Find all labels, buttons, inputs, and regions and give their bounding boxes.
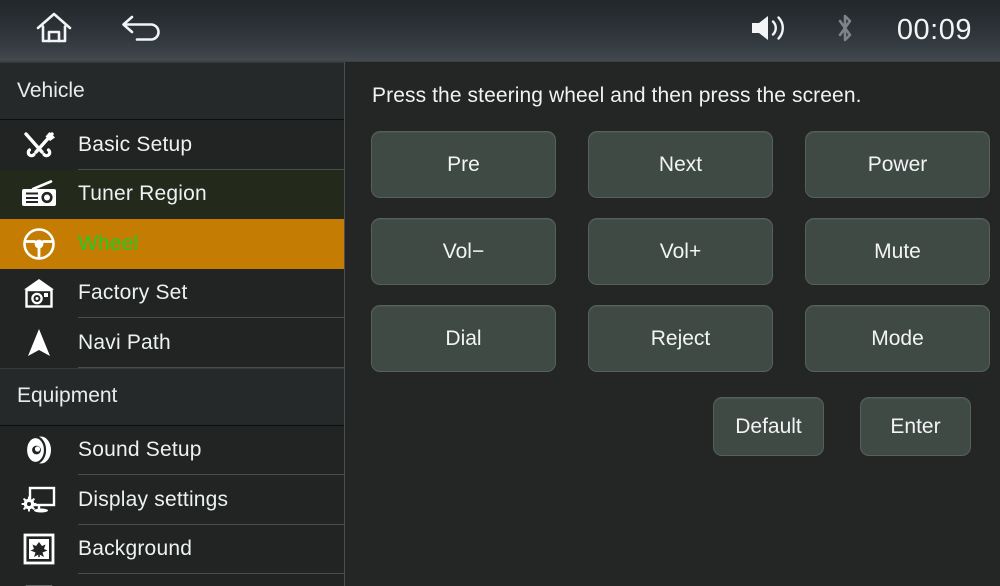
sidebar-item-sound-setup[interactable]: Sound Setup — [0, 425, 344, 475]
bluetooth-icon — [832, 11, 858, 50]
sidebar-item-factory-set[interactable]: Factory Set — [0, 268, 344, 318]
monitor-gear-icon — [0, 484, 78, 516]
button-next[interactable]: Next — [588, 131, 773, 198]
radio-icon — [0, 180, 78, 208]
back-button[interactable] — [118, 9, 166, 53]
action-buttons: Default Enter — [371, 397, 972, 456]
volume-status[interactable] — [731, 12, 807, 49]
back-arrow-icon — [120, 13, 164, 48]
sidebar-item-partial[interactable] — [0, 574, 344, 586]
bluetooth-status[interactable] — [807, 11, 883, 50]
sidebar-item-navi-path[interactable]: Navi Path — [0, 318, 344, 368]
default-button[interactable]: Default — [713, 397, 824, 456]
home-icon — [34, 11, 74, 50]
enter-button[interactable]: Enter — [860, 397, 971, 456]
navigation-arrow-icon — [0, 327, 78, 359]
clock: 00:09 — [896, 14, 972, 46]
button-power[interactable]: Power — [805, 131, 990, 198]
speaker-icon — [0, 434, 78, 466]
steering-wheel-button-grid: Pre Next Power Vol− Vol+ Mute Dial Rejec… — [371, 131, 990, 372]
button-mute[interactable]: Mute — [805, 218, 990, 285]
wheel-settings-panel: Press the steering wheel and then press … — [345, 62, 1000, 586]
instruction-text: Press the steering wheel and then press … — [372, 84, 862, 107]
sidebar-item-label: Factory Set — [78, 281, 188, 305]
content-area: Vehicle Basic Setup Tuner Region Wheel F… — [0, 62, 1000, 586]
status-bar: 00:09 — [0, 0, 1000, 62]
button-mode[interactable]: Mode — [805, 305, 990, 372]
settings-sidebar[interactable]: Vehicle Basic Setup Tuner Region Wheel F… — [0, 62, 345, 586]
infotainment-screen: 00:09 Vehicle Basic Setup Tuner Region W… — [0, 0, 1000, 586]
sidebar-item-label: Background — [78, 537, 193, 561]
button-vol-up[interactable]: Vol+ — [588, 218, 773, 285]
sidebar-item-label: Navi Path — [78, 330, 171, 354]
sidebar-item-label: Display settings — [78, 487, 229, 511]
steering-wheel-icon — [0, 227, 78, 261]
navigation-icons — [0, 9, 166, 53]
tools-icon — [0, 130, 78, 160]
button-reject[interactable]: Reject — [588, 305, 773, 372]
speaker-volume-icon — [748, 12, 790, 49]
sidebar-group-vehicle: Vehicle — [0, 62, 344, 120]
sidebar-item-tuner-region[interactable]: Tuner Region — [0, 169, 344, 219]
row-divider — [78, 366, 344, 368]
button-dial[interactable]: Dial — [371, 305, 556, 372]
sidebar-item-basic-setup[interactable]: Basic Setup — [0, 120, 344, 170]
sidebar-item-background[interactable]: Background — [0, 524, 344, 574]
sidebar-item-label: Tuner Region — [78, 182, 207, 206]
sidebar-item-label: Sound Setup — [78, 438, 202, 462]
home-button[interactable] — [30, 9, 78, 53]
sidebar-item-display-settings[interactable]: Display settings — [0, 475, 344, 525]
status-indicators: 00:09 — [731, 11, 1000, 50]
sidebar-item-label: Wheel — [78, 231, 139, 255]
button-pre[interactable]: Pre — [371, 131, 556, 198]
sidebar-item-label: Basic Setup — [78, 132, 193, 156]
sidebar-group-equipment: Equipment — [0, 367, 344, 426]
sidebar-item-wheel[interactable]: Wheel — [0, 219, 344, 269]
wallpaper-leaf-icon — [0, 533, 78, 565]
button-vol-down[interactable]: Vol− — [371, 218, 556, 285]
factory-gear-icon — [0, 277, 78, 309]
